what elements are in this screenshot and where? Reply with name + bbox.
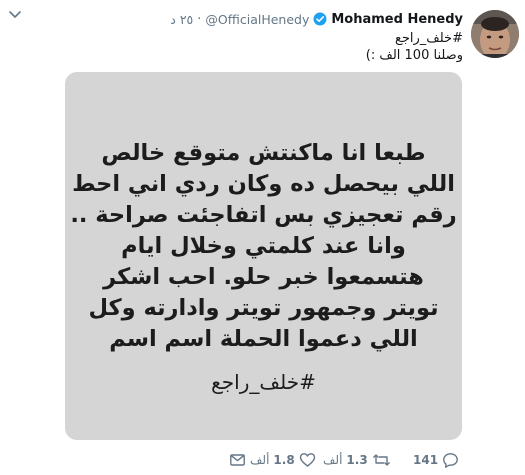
retweet-count-unit: ألف [323, 453, 343, 467]
tweet-header: Mohamed Henedy @OfficialHenedy · ٢٥ د [170, 10, 463, 28]
reply-button[interactable]: 141 [413, 450, 459, 470]
tweet-text-line: وصلنا 100 الف :) [365, 48, 463, 63]
tweet-hashtag[interactable]: #خلف_راجع [43, 30, 463, 47]
chevron-down-icon[interactable] [8, 10, 22, 20]
separator-dot: · [197, 11, 202, 27]
image-hashtag: #خلف_راجع [211, 370, 316, 394]
image-text-line: رقم تعجيزي بس اتفاجئت صراحة .. [70, 202, 457, 228]
tweet[interactable]: Mohamed Henedy @OfficialHenedy · ٢٥ د #خ… [0, 0, 525, 475]
reply-count: 141 [413, 453, 439, 467]
tweet-time[interactable]: ٢٥ د [170, 12, 193, 27]
like-icon [299, 452, 316, 468]
image-text: طبعا انا ماكنتش متوقع خالص اللي بيحصل ده… [65, 138, 462, 355]
tweet-text: #خلف_راجع وصلنا 100 الف :) [43, 30, 463, 64]
like-button[interactable]: ألف 1.8 [250, 450, 316, 470]
like-count-unit: ألف [250, 453, 270, 467]
tweet-actions: 141 ألف 1.3 ألف 1.8 [0, 450, 525, 470]
retweet-button[interactable]: ألف 1.3 [323, 450, 391, 470]
retweet-icon [372, 452, 391, 468]
image-text-line: طبعا انا ماكنتش متوقع خالص [101, 140, 426, 166]
image-text-line: هتسمعوا خبر حلو. احب اشكر [103, 264, 424, 290]
image-text-line: اللي دعموا الحملة اسم اسم [109, 326, 418, 352]
display-name[interactable]: Mohamed Henedy [331, 12, 463, 27]
image-text-line: تويتر وجمهور تويتر وادارته وكل [88, 295, 439, 321]
reply-icon [442, 452, 459, 468]
message-button[interactable] [229, 450, 246, 470]
tweet-image[interactable]: طبعا انا ماكنتش متوقع خالص اللي بيحصل ده… [65, 72, 462, 440]
verified-badge-icon [313, 12, 327, 26]
handle[interactable]: @OfficialHenedy [205, 12, 309, 27]
image-text-line: وانا عند كلمتي وخلال ايام [121, 233, 406, 259]
avatar[interactable] [471, 10, 519, 58]
message-icon [229, 452, 246, 468]
retweet-count: 1.3 [346, 453, 368, 467]
like-count: 1.8 [273, 453, 295, 467]
image-text-line: اللي بيحصل ده وكان ردي اني احط [72, 171, 455, 197]
